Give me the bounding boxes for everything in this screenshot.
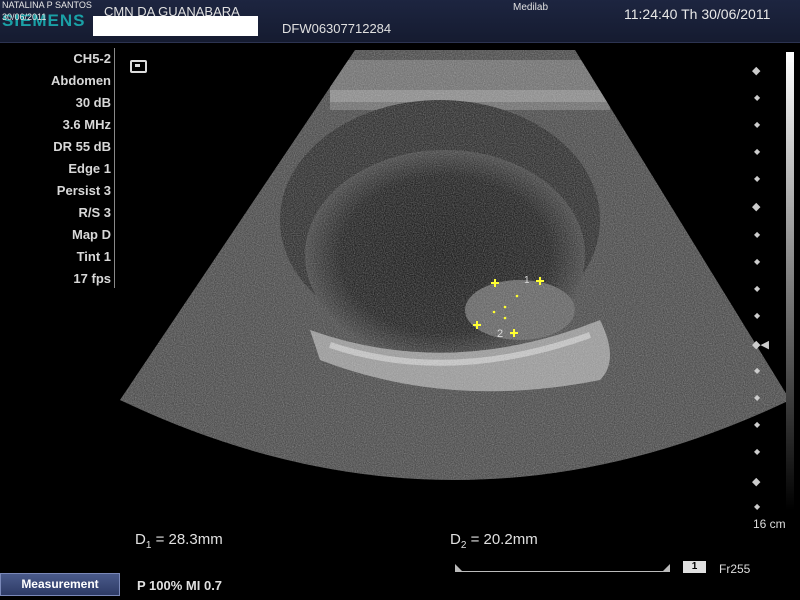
ultrasound-image	[120, 50, 790, 480]
param-fps: 17 fps	[73, 271, 111, 286]
frame-counter: Fr255	[719, 562, 751, 576]
imaging-parameters: CH5-2 Abdomen 30 dB 3.6 MHz DR 55 dB Edg…	[51, 48, 111, 290]
param-persist: Persist 3	[56, 183, 111, 198]
param-dynamic-range: DR 55 dB	[53, 139, 111, 154]
measurement-button[interactable]: Measurement	[0, 573, 120, 596]
param-frequency: 3.6 MHz	[62, 117, 111, 132]
date-time: 11:24:40 Th 30/06/2011	[624, 6, 771, 22]
depth-marker: ◆	[754, 257, 761, 266]
caliper-label-2: 2	[497, 328, 504, 340]
param-map: Map D	[72, 227, 111, 242]
depth-marker: ◆	[754, 447, 761, 456]
depth-marker: ◆	[752, 65, 761, 77]
depth-marker: ◆	[754, 147, 761, 156]
system-name: Medilab	[513, 2, 549, 13]
patient-name: NATALINA P SANTOS	[2, 0, 92, 10]
cine-start-icon[interactable]	[455, 564, 463, 572]
power-mi-readout: P 100% MI 0.7	[137, 578, 223, 593]
cine-end-icon[interactable]	[662, 564, 670, 572]
probe-orientation-icon	[130, 60, 147, 73]
depth-label: 16 cm	[753, 517, 786, 531]
depth-marker: ◆	[754, 174, 761, 183]
focus-marker-icon: ◆◀	[752, 339, 769, 351]
param-tint: Tint 1	[76, 249, 111, 264]
header-bar: SIEMENS NATALINA P SANTOS 30/06/2011 CMN…	[0, 0, 800, 43]
caliper-label-1: 1	[524, 275, 530, 286]
measurement-d2: D2 = 20.2mm	[450, 531, 538, 551]
param-rs: R/S 3	[78, 205, 111, 220]
depth-marker: ◆	[754, 93, 761, 102]
param-preset: Abdomen	[51, 73, 111, 88]
depth-marker: ◆	[754, 284, 761, 293]
depth-marker: ◆	[754, 120, 761, 129]
depth-marker: ◆	[754, 393, 761, 402]
depth-marker: ◆	[754, 502, 761, 511]
study-id: DFW06307712284	[282, 21, 392, 36]
depth-marker: ◆	[752, 476, 761, 488]
params-divider	[114, 48, 115, 288]
depth-marker: ◆	[754, 311, 761, 320]
patient-date: 30/06/2011	[2, 12, 47, 22]
cine-badge: 1	[683, 561, 706, 573]
depth-marker: ◆	[754, 366, 761, 375]
param-gain: 30 dB	[75, 95, 111, 110]
depth-marker: ◆	[754, 420, 761, 429]
param-probe: CH5-2	[73, 51, 111, 66]
depth-marker: ◆	[752, 201, 761, 213]
param-edge: Edge 1	[68, 161, 111, 176]
grayscale-bar	[786, 52, 794, 510]
cine-track	[461, 571, 666, 572]
depth-marker: ◆	[754, 230, 761, 239]
cine-slider[interactable]	[455, 564, 670, 572]
redacted-field	[93, 16, 258, 36]
measurement-d1: D1 = 28.3mm	[135, 531, 223, 551]
